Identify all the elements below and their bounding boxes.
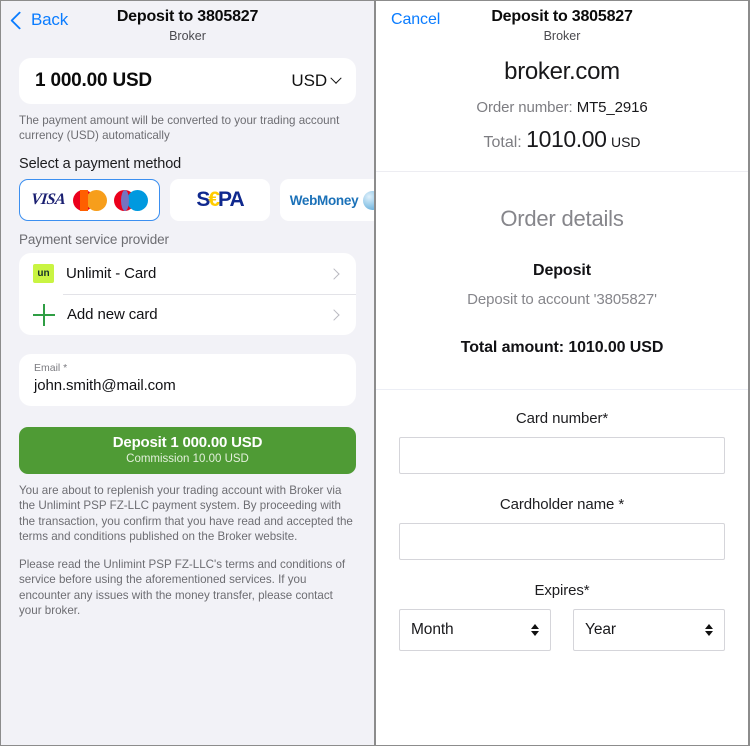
page-subtitle: Broker xyxy=(169,29,206,43)
email-field-value: john.smith@mail.com xyxy=(34,377,176,394)
order-details-title: Order details xyxy=(500,206,624,231)
currency-selector-label: USD xyxy=(291,71,327,90)
expires-label: Expires* xyxy=(534,582,590,599)
deposit-button-label: Deposit 1 000.00 USD xyxy=(112,434,263,451)
card-form: Card number* Cardholder name * Expires* … xyxy=(376,390,748,651)
conversion-hint: The payment amount will be converted to … xyxy=(19,114,340,142)
provider-label: Unlimit - Card xyxy=(66,265,157,282)
updown-chevron-icon xyxy=(705,624,713,636)
card-number-label: Card number* xyxy=(515,410,609,427)
card-number-field-block: Card number* xyxy=(376,410,748,474)
total-currency: USD xyxy=(610,134,641,150)
total-amount: 1010.00 xyxy=(526,126,607,152)
expiry-month-value: Month xyxy=(411,621,454,638)
expiry-year-select[interactable]: Year xyxy=(573,609,725,651)
deposit-button-commission: Commission 10.00 USD xyxy=(126,453,249,465)
total-label: Total: xyxy=(483,134,522,151)
order-details-total: Total amount: 1010.00 USD xyxy=(460,339,664,356)
order-number-label: Order number: xyxy=(476,99,573,116)
chevron-down-icon xyxy=(330,72,342,84)
left-header: Back Deposit to 3805827 Broker xyxy=(1,1,374,46)
mastercard-logo-icon xyxy=(73,189,108,211)
payment-gateway-panel: Cancel Deposit to 3805827 Broker broker.… xyxy=(376,1,748,745)
cardholder-name-label: Cardholder name * xyxy=(499,496,625,513)
legal-text-primary: You are about to replenish your trading … xyxy=(19,484,353,543)
visa-logo-icon: VISA xyxy=(30,191,66,208)
card-number-input[interactable] xyxy=(399,437,725,474)
sepa-logo-icon: S € PA xyxy=(196,188,244,211)
total-line: Total: 1010.00 USD xyxy=(376,126,748,153)
payment-method-section-label: Select a payment method xyxy=(19,156,182,172)
updown-chevron-icon xyxy=(531,624,539,636)
maestro-logo-icon xyxy=(114,189,149,211)
expiry-selects: Month Year xyxy=(376,609,748,651)
back-button[interactable]: Back xyxy=(10,10,68,30)
legal-text-secondary: Please read the Unlimint PSP FZ-LLC's te… xyxy=(19,558,346,618)
payment-method-webmoney[interactable]: WebMoney xyxy=(280,179,374,221)
email-field-label: Email * xyxy=(34,362,68,374)
expiry-month-select[interactable]: Month xyxy=(399,609,551,651)
provider-row-unlimit-card[interactable]: un Unlimit - Card xyxy=(19,253,356,294)
plus-icon xyxy=(33,303,55,326)
provider-list: un Unlimit - Card Add new card xyxy=(19,253,356,335)
dual-panel-screenshot: Back Deposit to 3805827 Broker 1 000.00 … xyxy=(0,0,750,746)
email-field[interactable]: Email * john.smith@mail.com xyxy=(19,354,356,406)
chevron-right-icon xyxy=(328,267,340,280)
expiry-year-value: Year xyxy=(585,621,616,638)
deposit-button[interactable]: Deposit 1 000.00 USD Commission 10.00 US… xyxy=(19,427,356,474)
gateway-subtitle: Broker xyxy=(543,29,581,43)
right-header: Cancel Deposit to 3805827 Broker xyxy=(376,1,748,45)
payment-method-list: VISA S € PA WebMoney xyxy=(19,179,374,221)
chevron-left-icon xyxy=(10,10,29,30)
order-number-value: MT5_2916 xyxy=(576,99,648,116)
unlimit-logo-icon: un xyxy=(33,264,54,283)
amount-value: 1 000.00 USD xyxy=(35,70,152,91)
order-details-description: Deposit to account '3805827' xyxy=(467,291,657,308)
cardholder-field-block: Cardholder name * xyxy=(376,496,748,560)
expires-field-block: Expires* Month Year xyxy=(376,582,748,651)
amount-input-card[interactable]: 1 000.00 USD USD xyxy=(19,58,356,104)
section-divider-top xyxy=(376,171,748,172)
deposit-app-panel: Back Deposit to 3805827 Broker 1 000.00 … xyxy=(1,1,374,745)
currency-selector[interactable]: USD xyxy=(291,71,342,91)
order-details-kind: Deposit xyxy=(533,262,591,279)
cardholder-name-input[interactable] xyxy=(399,523,725,560)
merchant-name: broker.com xyxy=(504,58,620,85)
webmoney-logo-label: WebMoney xyxy=(289,192,359,208)
chevron-right-icon xyxy=(328,308,340,321)
globe-icon xyxy=(363,190,374,210)
back-button-label: Back xyxy=(31,10,68,29)
payment-method-sepa[interactable]: S € PA xyxy=(170,179,270,221)
provider-section-label: Payment service provider xyxy=(19,232,169,247)
payment-method-cards[interactable]: VISA xyxy=(19,179,160,221)
cancel-button[interactable]: Cancel xyxy=(391,11,440,29)
provider-label: Add new card xyxy=(67,306,158,323)
order-number-line: Order number: MT5_2916 xyxy=(376,99,748,116)
provider-row-add-new-card[interactable]: Add new card xyxy=(19,294,356,335)
